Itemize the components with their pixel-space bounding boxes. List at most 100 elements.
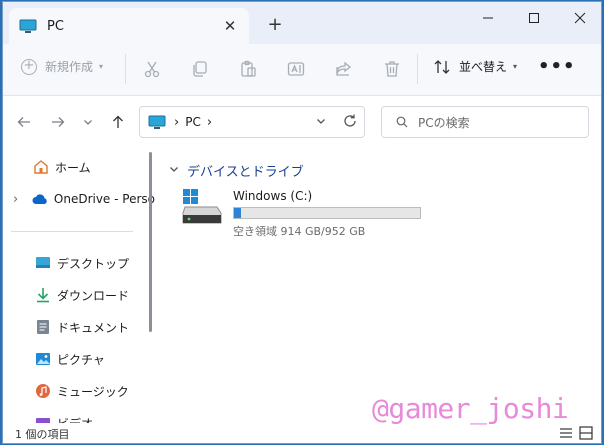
new-tab-button[interactable]: +	[265, 14, 285, 35]
document-icon	[35, 319, 51, 335]
status-bar: 1 個の項目	[3, 423, 601, 443]
item-count: 1 個の項目	[15, 428, 70, 441]
navigation-pane: ホーム › OneDrive - Perso デスクトップ 📌︎ ダウンロード …	[3, 147, 155, 423]
copy-icon	[193, 61, 207, 77]
rename-button[interactable]	[285, 58, 307, 80]
sort-icon	[434, 59, 450, 74]
maximize-button[interactable]	[511, 2, 557, 34]
new-button[interactable]: + 新規作成 ▾	[21, 58, 103, 75]
drive-free-space: 空き領域 914 GB/952 GB	[233, 225, 366, 238]
minimize-icon	[483, 17, 493, 19]
chevron-down-icon	[317, 119, 325, 124]
windows-drive-icon	[182, 189, 222, 224]
drive-item[interactable]: Windows (C:) 空き領域 914 GB/952 GB	[181, 187, 441, 238]
recent-locations-button[interactable]	[79, 113, 97, 131]
chevron-down-icon: ▾	[513, 62, 518, 71]
tab-pc[interactable]: PC ✕	[9, 8, 249, 44]
title-bar: PC ✕ +	[3, 2, 601, 44]
chevron-down-icon: ▾	[99, 62, 104, 71]
sidebar-item-label: ミュージック	[57, 384, 129, 399]
details-view-button[interactable]	[559, 426, 573, 443]
sidebar-item-videos[interactable]: ビデオ 📌︎	[35, 409, 155, 423]
sidebar-scrollbar[interactable]	[149, 152, 152, 332]
breadcrumb-separator[interactable]: ›	[174, 115, 179, 130]
address-history-button[interactable]	[316, 115, 326, 129]
clipboard-icon	[241, 60, 256, 77]
watermark-text: @gamer_joshi	[372, 392, 569, 425]
sidebar-item-label: ホーム	[55, 160, 91, 175]
arrow-left-icon	[17, 117, 30, 127]
maximize-icon	[529, 13, 539, 23]
cut-button[interactable]	[141, 58, 163, 80]
chevron-down-icon[interactable]	[169, 164, 179, 177]
download-icon	[35, 287, 51, 303]
refresh-icon	[344, 114, 356, 127]
forward-button[interactable]	[49, 113, 67, 131]
pc-icon	[148, 115, 166, 129]
breadcrumb-pc[interactable]: PC	[185, 115, 201, 129]
sidebar-item-music[interactable]: ミュージック 📌︎	[35, 377, 155, 405]
sidebar-item-label: デスクトップ	[57, 256, 130, 271]
drive-name: Windows (C:)	[233, 189, 313, 203]
arrow-up-icon	[113, 115, 123, 128]
sidebar-item-onedrive[interactable]: › OneDrive - Perso	[13, 185, 155, 213]
sidebar-divider	[11, 231, 133, 232]
sidebar-item-label: ドキュメント	[57, 320, 130, 335]
close-window-button[interactable]	[557, 2, 601, 34]
picture-icon	[35, 351, 51, 367]
more-options-button[interactable]: •••	[538, 56, 576, 77]
view-toggle	[559, 426, 593, 443]
sidebar-item-desktop[interactable]: デスクトップ 📌︎	[35, 249, 155, 277]
refresh-button[interactable]	[342, 113, 358, 132]
sort-button[interactable]: 並べ替え ▾	[433, 58, 517, 75]
sidebar-item-label: OneDrive - Perso	[53, 192, 155, 206]
tab-close-button[interactable]: ✕	[219, 15, 241, 37]
search-box[interactable]: PCの検索	[381, 106, 589, 138]
home-icon	[33, 159, 49, 175]
trash-icon	[385, 61, 399, 77]
desktop-icon	[35, 255, 51, 271]
rename-icon	[287, 62, 305, 76]
command-bar: + 新規作成 ▾ 並べ替え ▾ •••	[3, 44, 601, 96]
group-title: デバイスとドライブ	[187, 165, 304, 180]
toolbar-divider	[417, 54, 418, 84]
arrow-right-icon	[52, 117, 65, 127]
search-icon	[396, 116, 408, 128]
drive-usage-bar	[233, 207, 421, 219]
drive-usage-fill	[234, 208, 242, 218]
scissors-icon	[144, 61, 160, 78]
delete-button[interactable]	[381, 58, 403, 80]
sidebar-item-home[interactable]: ホーム	[33, 153, 155, 181]
group-header[interactable]: デバイスとドライブ	[169, 161, 304, 180]
sidebar-item-documents[interactable]: ドキュメント 📌︎	[35, 313, 155, 341]
share-button[interactable]	[333, 58, 355, 80]
sort-button-label: 並べ替え	[459, 60, 508, 74]
cloud-icon	[32, 191, 48, 207]
close-icon	[574, 12, 586, 24]
chevron-right-icon[interactable]: ›	[13, 192, 24, 207]
chevron-down-icon	[84, 120, 92, 125]
toolbar-divider	[125, 54, 126, 84]
pc-icon	[19, 19, 37, 33]
minimize-button[interactable]	[465, 2, 511, 34]
paste-button[interactable]	[237, 58, 259, 80]
plus-icon: +	[21, 58, 37, 75]
list-icon	[560, 428, 572, 438]
copy-button[interactable]	[189, 58, 211, 80]
share-icon	[336, 61, 352, 76]
search-placeholder: PCの検索	[418, 115, 470, 130]
back-button[interactable]	[15, 113, 33, 131]
music-icon	[35, 383, 51, 399]
sidebar-item-pictures[interactable]: ピクチャ 📌︎	[35, 345, 155, 373]
sidebar-item-downloads[interactable]: ダウンロード 📌︎	[35, 281, 155, 309]
up-button[interactable]	[109, 113, 127, 131]
tiles-icon	[579, 426, 593, 440]
tab-title: PC	[47, 18, 64, 34]
sidebar-item-label: ダウンロード	[57, 288, 130, 303]
address-bar[interactable]: › PC ›	[139, 106, 365, 138]
content-pane: デバイスとドライブ Windows (C:) 空き領域 914 GB/952 G…	[159, 147, 601, 423]
new-button-label: 新規作成	[45, 60, 94, 74]
navigation-row: › PC › PCの検索	[3, 97, 601, 145]
tiles-view-button[interactable]	[579, 426, 593, 443]
breadcrumb-separator[interactable]: ›	[207, 115, 212, 130]
